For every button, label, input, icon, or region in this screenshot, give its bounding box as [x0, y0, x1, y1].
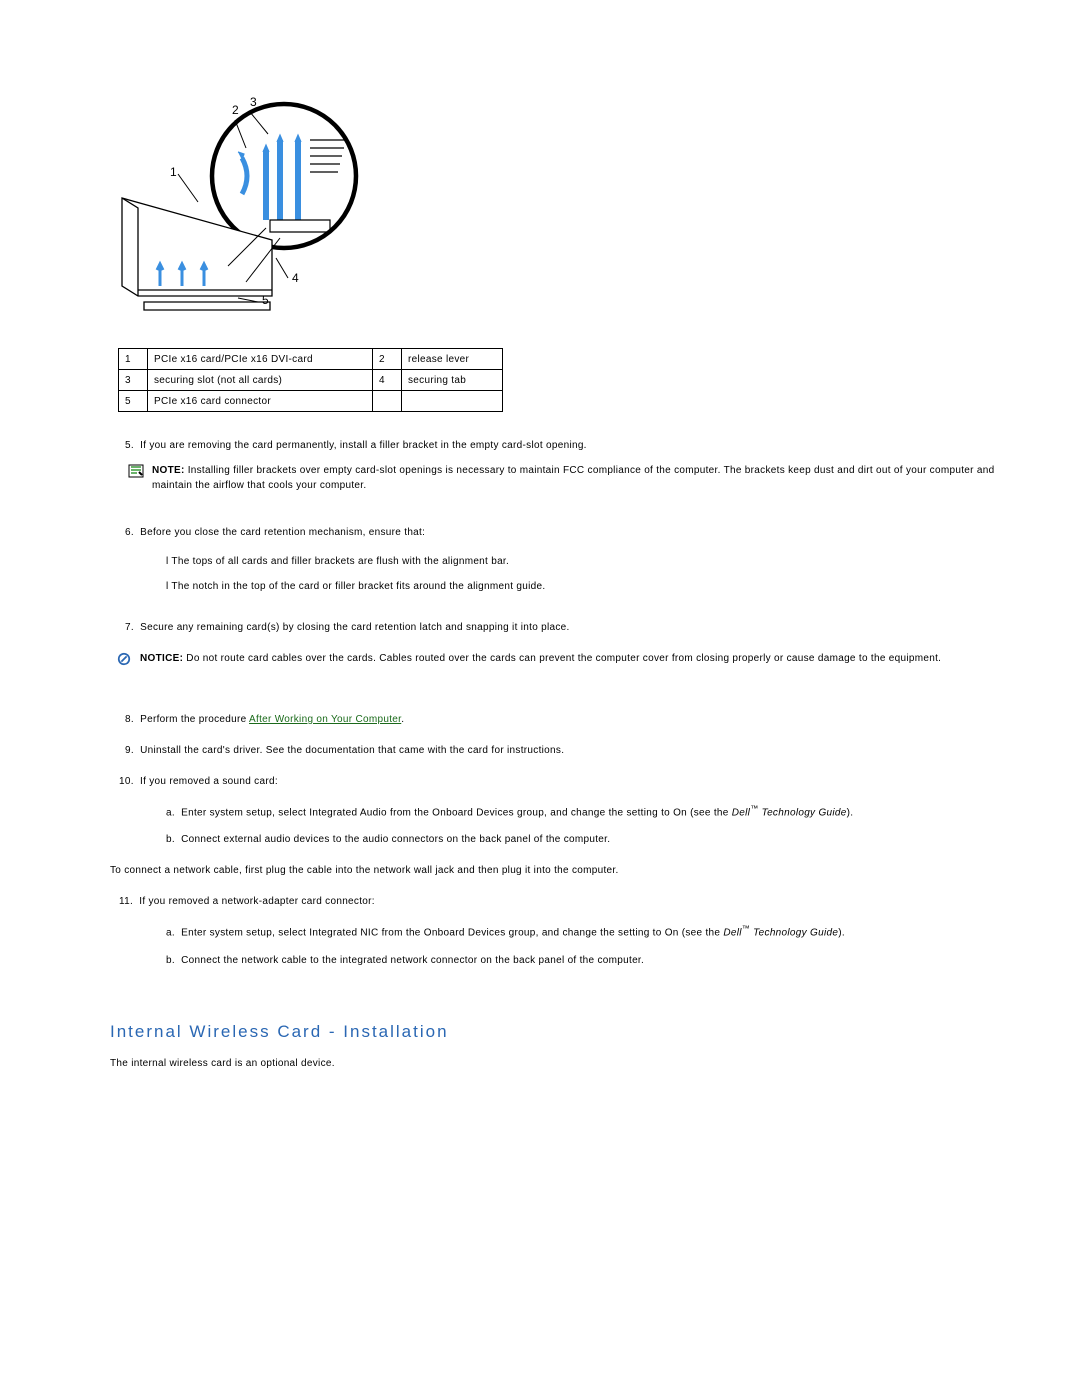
legend-text: release lever [402, 349, 503, 370]
svg-text:1: 1 [170, 165, 177, 179]
trademark: ™ [750, 804, 758, 813]
dell-ref: Dell [723, 928, 741, 939]
step-10-sublist: a. Enter system setup, select Integrated… [166, 803, 1020, 847]
guide-ref: Technology Guide [759, 807, 847, 818]
instruction-list: 5. If you are removing the card permanen… [110, 438, 1020, 968]
list-item: b. Connect the network cable to the inte… [166, 953, 1020, 968]
legend-text: securing tab [402, 370, 503, 391]
step-6: 6. Before you close the card retention m… [110, 525, 1020, 540]
step-text-b: . [401, 714, 404, 725]
step-number: 7. [125, 622, 134, 633]
sub-text: The notch in the top of the card or fill… [171, 581, 545, 592]
step-text: If you removed a sound card: [140, 776, 278, 787]
svg-text:3: 3 [250, 95, 257, 109]
dell-ref: Dell [732, 807, 750, 818]
list-item: l The tops of all cards and filler brack… [166, 554, 1020, 569]
list-item: a. Enter system setup, select Integrated… [166, 803, 1020, 820]
sub-text: Connect external audio devices to the au… [181, 834, 610, 845]
notice-callout: NOTICE: Do not route card cables over th… [116, 651, 1020, 666]
step-text-a: Perform the procedure [140, 714, 249, 725]
legend-text: PCIe x16 card/PCIe x16 DVI-card [148, 349, 373, 370]
table-row: 3 securing slot (not all cards) 4 securi… [119, 370, 503, 391]
table-row: 1 PCIe x16 card/PCIe x16 DVI-card 2 rele… [119, 349, 503, 370]
sub-text: Enter system setup, select Integrated Au… [181, 807, 732, 818]
step-5: 5. If you are removing the card permanen… [110, 438, 1020, 453]
svg-text:5: 5 [262, 293, 269, 307]
list-item: b. Connect external audio devices to the… [166, 832, 1020, 847]
step-number: 5. [125, 440, 134, 451]
notice-label: NOTICE: [140, 653, 183, 664]
svg-text:2: 2 [232, 103, 239, 117]
step-6-sublist: l The tops of all cards and filler brack… [166, 554, 1020, 594]
diagram-legend-table: 1 PCIe x16 card/PCIe x16 DVI-card 2 rele… [118, 348, 503, 412]
step-text: Before you close the card retention mech… [140, 527, 425, 538]
note-callout: NOTE: Installing filler brackets over em… [128, 463, 1020, 493]
step-number: 10. [119, 776, 134, 787]
network-cable-note: To connect a network cable, first plug t… [110, 863, 1020, 878]
step-number: 11. [119, 896, 133, 907]
legend-text: securing slot (not all cards) [148, 370, 373, 391]
step-text: Secure any remaining card(s) by closing … [140, 622, 570, 633]
after-working-link[interactable]: After Working on Your Computer [249, 714, 401, 725]
section-intro: The internal wireless card is an optiona… [110, 1056, 1020, 1071]
note-text: NOTE: Installing filler brackets over em… [152, 463, 1020, 493]
section-heading: Internal Wireless Card - Installation [110, 1022, 1020, 1042]
step-8: 8. Perform the procedure After Working o… [110, 712, 1020, 727]
legend-text: PCIe x16 card connector [148, 391, 373, 412]
legend-num: 1 [119, 349, 148, 370]
step-11: 11. If you removed a network-adapter car… [110, 894, 1020, 909]
pcie-card-diagram: 1 2 3 4 5 [120, 90, 370, 330]
step-7: 7. Secure any remaining card(s) by closi… [110, 620, 1020, 635]
sub-letter: b. [166, 834, 175, 845]
trademark: ™ [742, 924, 750, 933]
note-icon [128, 464, 144, 478]
step-number: 9. [125, 745, 134, 756]
legend-num: 4 [373, 370, 402, 391]
sub-text: The tops of all cards and filler bracket… [171, 556, 509, 567]
list-item: a. Enter system setup, select Integrated… [166, 923, 1020, 940]
step-number: 6. [125, 527, 134, 538]
sub-letter: a. [166, 807, 175, 818]
legend-num [373, 391, 402, 412]
legend-num: 3 [119, 370, 148, 391]
step-text: If you are removing the card permanently… [140, 440, 587, 451]
legend-num: 2 [373, 349, 402, 370]
step-text: Uninstall the card's driver. See the doc… [140, 745, 564, 756]
sub-text: Connect the network cable to the integra… [181, 955, 644, 966]
guide-ref: Technology Guide [750, 928, 838, 939]
sub-text: Enter system setup, select Integrated NI… [181, 928, 723, 939]
svg-text:4: 4 [292, 271, 299, 285]
legend-text [402, 391, 503, 412]
step-9: 9. Uninstall the card's driver. See the … [110, 743, 1020, 758]
note-label: NOTE: [152, 465, 185, 476]
table-row: 5 PCIe x16 card connector [119, 391, 503, 412]
sub-text-tail: ). [847, 807, 854, 818]
step-10: 10. If you removed a sound card: [110, 774, 1020, 789]
sub-text-tail: ). [838, 928, 845, 939]
sub-letter: b. [166, 955, 175, 966]
step-number: 8. [125, 714, 134, 725]
step-11-sublist: a. Enter system setup, select Integrated… [166, 923, 1020, 967]
step-text: If you removed a network-adapter card co… [139, 896, 375, 907]
notice-body: Do not route card cables over the cards.… [183, 653, 941, 664]
note-body: Installing filler brackets over empty ca… [152, 465, 994, 491]
legend-num: 5 [119, 391, 148, 412]
document-page: 1 2 3 4 5 1 PCIe x16 card/PCIe x16 DVI-c… [0, 0, 1080, 1397]
sub-letter: a. [166, 928, 175, 939]
list-item: l The notch in the top of the card or fi… [166, 579, 1020, 594]
notice-text: NOTICE: Do not route card cables over th… [140, 651, 1020, 666]
notice-icon [116, 652, 132, 666]
